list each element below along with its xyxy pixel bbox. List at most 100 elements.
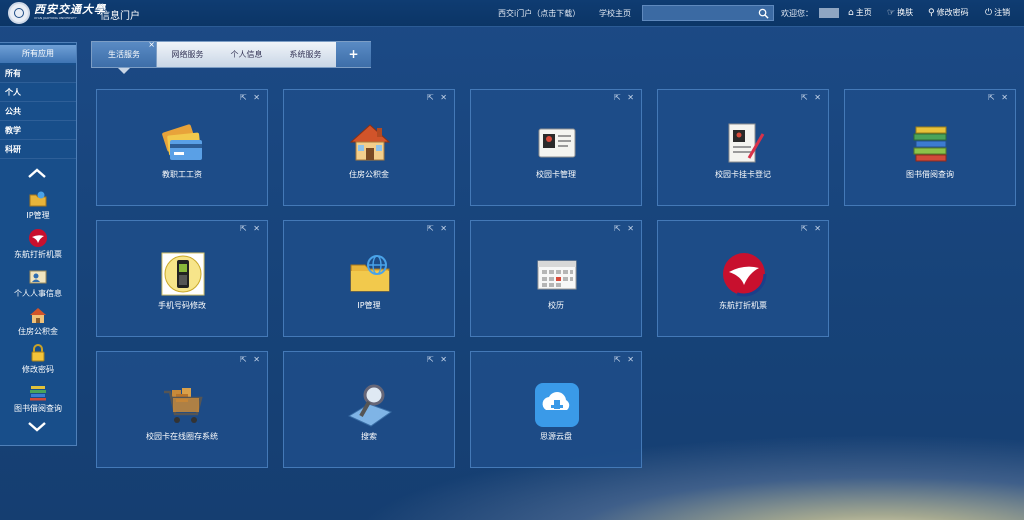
tile-controls[interactable]: ⇱ ✕ [801, 224, 823, 233]
books-icon [908, 120, 954, 166]
sidebar-app-password[interactable]: 修改密码 [0, 343, 76, 375]
close-icon[interactable]: × [148, 40, 155, 50]
padlock-icon [28, 343, 48, 363]
china-eastern-icon [28, 228, 48, 248]
app-tile-card-register[interactable]: ⇱ ✕ 校园卡挂卡登记 [657, 89, 829, 206]
add-tab-button[interactable]: + [336, 42, 371, 67]
books-icon [28, 382, 48, 402]
search-box [642, 5, 774, 21]
app-tile-cloud-drive[interactable]: ⇱ ✕ 思源云盘 [470, 351, 642, 468]
app-tile-library[interactable]: ⇱ ✕ 图书借阅查询 [844, 89, 1016, 206]
tile-label: 校园卡挂卡登记 [715, 170, 771, 179]
shirt-icon: ☞ [887, 7, 896, 18]
home-label: 主页 [855, 8, 872, 17]
app-tile-salary[interactable]: ⇱ ✕ 教职工工资 [96, 89, 268, 206]
sidebar-app-label: IP管理 [26, 211, 50, 220]
search-input[interactable] [643, 6, 755, 20]
logout-label: 注销 [994, 8, 1011, 17]
tile-label: 图书借阅查询 [906, 170, 954, 179]
sidebar-title: 所有应用 [0, 45, 76, 63]
sidebar-category-all[interactable]: 所有 [0, 65, 76, 83]
home-icon: ⌂ [848, 7, 854, 18]
tile-label: 校历 [548, 301, 564, 310]
search-pin-icon [347, 382, 393, 428]
tile-label: 教职工工资 [162, 170, 202, 179]
mobile-phone-icon [160, 251, 206, 297]
sidebar-app-ip[interactable]: IP管理 [0, 189, 76, 221]
folder-network-icon [28, 189, 48, 209]
sidebar-app-label: 图书借阅查询 [14, 404, 62, 413]
tile-controls[interactable]: ⇱ ✕ [614, 355, 636, 364]
sidebar-category-public[interactable]: 公共 [0, 103, 76, 121]
tab-label: 生活服务 [108, 50, 140, 59]
tile-controls[interactable]: ⇱ ✕ [427, 355, 449, 364]
tile-label: 手机号码修改 [158, 301, 206, 310]
active-tab-pointer [118, 68, 130, 74]
id-card-icon [534, 120, 580, 166]
tile-label: IP管理 [357, 301, 381, 310]
change-skin-link[interactable]: ☞ 换肤 [887, 7, 913, 18]
sidebar-app-library[interactable]: 图书借阅查询 [0, 382, 76, 414]
calendar-icon [534, 251, 580, 297]
sidebar-app-flights[interactable]: 东航打折机票 [0, 228, 76, 260]
person-card-icon [28, 267, 48, 287]
service-tab-bar: 生活服务 × 网络服务 个人信息 系统服务 + [91, 40, 371, 68]
tab-network-services[interactable]: 网络服务 [157, 42, 218, 67]
app-tile-card-topup[interactable]: ⇱ ✕ 校园卡在线圈存系统 [96, 351, 268, 468]
logout-link[interactable]: ⏻ 注销 [985, 7, 1010, 18]
shopping-cart-icon [160, 382, 206, 428]
app-title: 信息门户 [100, 11, 140, 22]
sidebar-app-housing-fund[interactable]: 住房公积金 [0, 305, 76, 337]
school-home-link[interactable]: 学校主页 [599, 8, 631, 19]
app-tile-campus-card[interactable]: ⇱ ✕ 校园卡管理 [470, 89, 642, 206]
folder-network-icon [347, 251, 393, 297]
home-link[interactable]: ⌂ 主页 [848, 7, 872, 18]
house-icon [28, 305, 48, 325]
tile-controls[interactable]: ⇱ ✕ [801, 93, 823, 102]
credit-cards-icon [160, 120, 206, 166]
sidebar-app-hr[interactable]: 个人人事信息 [0, 267, 76, 299]
power-icon: ⏻ [985, 7, 993, 18]
top-header: 西安交通大學 XI'AN JIAOTONG UNIVERSITY 信息门户 西交… [0, 0, 1024, 27]
tile-controls[interactable]: ⇱ ✕ [427, 93, 449, 102]
tile-label: 东航打折机票 [719, 301, 767, 310]
sidebar-category-personal[interactable]: 个人 [0, 84, 76, 102]
tile-controls[interactable]: ⇱ ✕ [614, 93, 636, 102]
scroll-up-icon[interactable] [27, 167, 47, 179]
tile-controls[interactable]: ⇱ ✕ [988, 93, 1010, 102]
tile-controls[interactable]: ⇱ ✕ [240, 93, 262, 102]
key-icon: ⚲ [928, 7, 935, 18]
tile-controls[interactable]: ⇱ ✕ [240, 355, 262, 364]
tile-label: 思源云盘 [540, 432, 572, 441]
portal-download-link[interactable]: 西交i门户（点击下载） [498, 8, 580, 19]
house-icon [347, 120, 393, 166]
scroll-down-icon[interactable] [27, 421, 47, 433]
app-tile-flights[interactable]: ⇱ ✕ 东航打折机票 [657, 220, 829, 337]
change-password-link[interactable]: ⚲ 修改密码 [928, 7, 969, 18]
sidebar-app-label: 住房公积金 [18, 327, 58, 336]
user-name-badge [819, 8, 839, 18]
change-skin-label: 换肤 [897, 8, 914, 17]
sidebar-app-label: 东航打折机票 [14, 250, 62, 259]
sidebar-app-label: 个人人事信息 [14, 289, 62, 298]
app-tile-ip-management[interactable]: ⇱ ✕ IP管理 [283, 220, 455, 337]
sidebar-category-research[interactable]: 科研 [0, 141, 76, 159]
app-tile-calendar[interactable]: ⇱ ✕ 校历 [470, 220, 642, 337]
tab-personal-info[interactable]: 个人信息 [218, 42, 275, 67]
university-seal-logo[interactable] [8, 2, 30, 24]
app-tile-search[interactable]: ⇱ ✕ 搜索 [283, 351, 455, 468]
app-tile-housing-fund[interactable]: ⇱ ✕ 住房公积金 [283, 89, 455, 206]
app-sidebar: 所有应用 所有 个人 公共 教学 科研 IP管理 东航打折机票 个人人事信息 住… [0, 42, 77, 446]
tile-controls[interactable]: ⇱ ✕ [240, 224, 262, 233]
university-name-logo[interactable]: 西安交通大學 XI'AN JIAOTONG UNIVERSITY [34, 3, 105, 23]
tile-controls[interactable]: ⇱ ✕ [427, 224, 449, 233]
tab-life-services[interactable]: 生活服务 × [92, 40, 157, 67]
tab-system-services[interactable]: 系统服务 [275, 42, 336, 67]
tile-controls[interactable]: ⇱ ✕ [614, 224, 636, 233]
app-tile-mobile-number[interactable]: ⇱ ✕ 手机号码修改 [96, 220, 268, 337]
welcome-label: 欢迎您： [781, 9, 813, 18]
tile-label: 搜索 [361, 432, 377, 441]
sidebar-category-teaching[interactable]: 教学 [0, 122, 76, 140]
cloud-drive-icon [534, 382, 580, 428]
search-icon[interactable] [758, 8, 769, 19]
